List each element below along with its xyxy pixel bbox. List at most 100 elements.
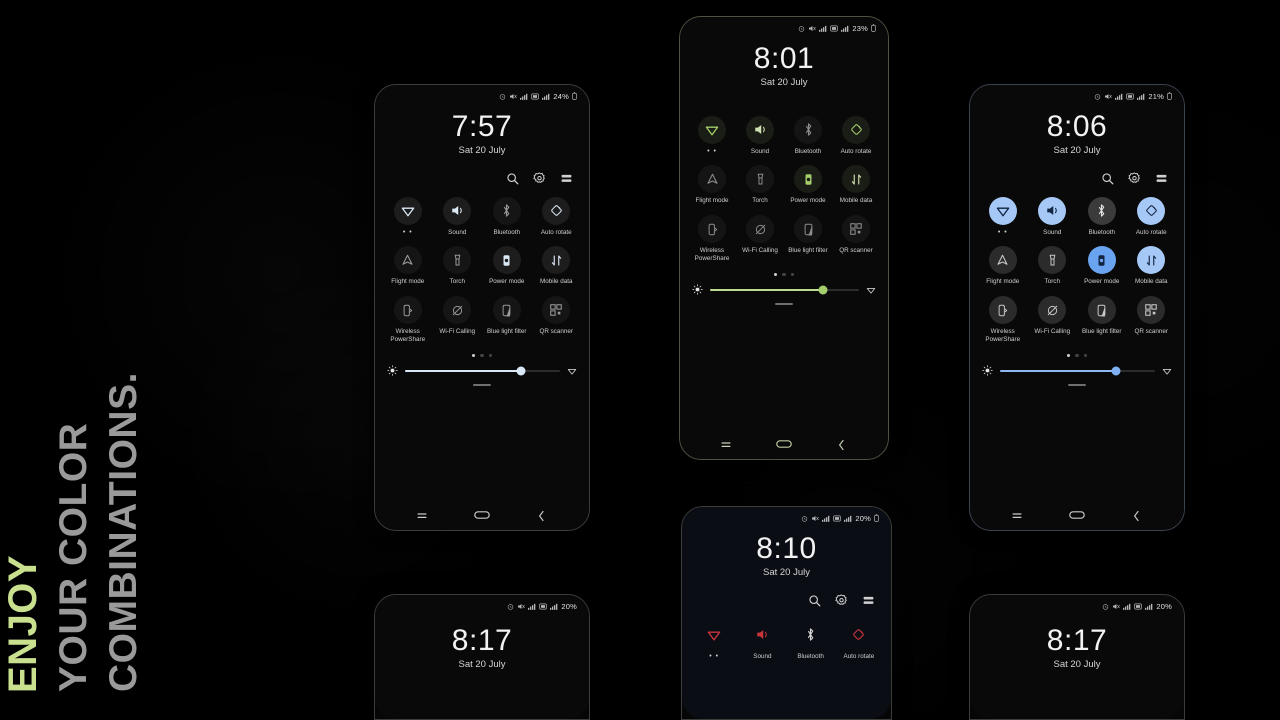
tile-qr-scanner[interactable]: QR scanner [532, 296, 582, 344]
tile-blue-light-filter[interactable]: Blue light filter [482, 296, 532, 344]
tile-wifi-calling[interactable]: Wi-Fi Calling [736, 215, 784, 263]
search-icon[interactable] [808, 594, 821, 607]
recents-icon[interactable] [416, 510, 428, 522]
brightness-knob[interactable] [1111, 366, 1121, 376]
tile-torch[interactable]: Torch [1028, 246, 1078, 286]
phone-left-bottom[interactable]: 20% 8:17 Sat 20 July [374, 594, 590, 720]
phone-left-top[interactable]: 24% 7:57 Sat 20 July • • Sound Bluetooth… [374, 84, 590, 531]
phone-right-bottom[interactable]: 20% 8:17 Sat 20 July [969, 594, 1185, 720]
navigation-bar [680, 431, 888, 459]
tile-power-mode[interactable]: Power mode [784, 165, 832, 205]
brightness-track[interactable] [405, 366, 560, 376]
back-chevron-icon[interactable] [536, 510, 548, 522]
tile-wireless-powershare[interactable]: Wireless PowerShare [688, 215, 736, 263]
mute-icon [1112, 603, 1121, 610]
wifi-icon[interactable] [866, 285, 876, 295]
wifi-icon[interactable] [1162, 366, 1172, 376]
brightness-control[interactable] [375, 357, 589, 377]
tile-qr-scanner[interactable]: QR scanner [832, 215, 880, 263]
alarm-icon [801, 515, 808, 522]
alarm-icon [1102, 603, 1109, 610]
tile-flight-mode[interactable]: Flight mode [383, 246, 433, 286]
search-icon[interactable] [506, 172, 519, 185]
tile-wifi[interactable]: • • [690, 621, 738, 661]
tile-wifi-calling[interactable]: Wi-Fi Calling [1028, 296, 1078, 344]
recents-icon[interactable] [1011, 510, 1023, 522]
brightness-knob[interactable] [516, 366, 526, 376]
tile-sound[interactable]: Sound [736, 115, 784, 156]
tile-wifi-calling[interactable]: Wi-Fi Calling [433, 296, 483, 344]
tile-auto-rotate[interactable]: Auto rotate [1127, 196, 1177, 237]
tile-mobile-data[interactable]: Mobile data [1127, 246, 1177, 286]
gear-icon[interactable] [533, 171, 546, 185]
tile-label: Blue light filter [486, 328, 527, 336]
brightness-icon [387, 365, 398, 377]
clock-block: 8:17 Sat 20 July [970, 625, 1184, 670]
tile-auto-rotate[interactable]: Auto rotate [832, 115, 880, 156]
tile-wireless-powershare[interactable]: Wireless PowerShare [383, 296, 433, 344]
back-chevron-icon[interactable] [836, 439, 848, 451]
panel-handle[interactable] [775, 303, 793, 306]
tile-mobile-data[interactable]: Mobile data [832, 165, 880, 205]
clock-date: Sat 20 July [760, 76, 808, 88]
tile-blue-light-filter[interactable]: Blue light filter [784, 215, 832, 263]
list-icon[interactable] [1155, 172, 1168, 185]
wifi-icon [700, 621, 728, 649]
wifi-calling-icon [1038, 296, 1067, 325]
alarm-icon [798, 25, 805, 32]
tile-bluetooth[interactable]: Bluetooth [784, 115, 832, 156]
tile-bluetooth[interactable]: Bluetooth [1077, 196, 1127, 237]
brightness-knob[interactable] [818, 285, 828, 295]
tile-qr-scanner[interactable]: QR scanner [1127, 296, 1177, 344]
tile-blue-light-filter[interactable]: Blue light filter [1077, 296, 1127, 344]
tile-torch[interactable]: Torch [433, 246, 483, 286]
tile-auto-rotate[interactable]: Auto rotate [835, 621, 883, 661]
back-chevron-icon[interactable] [1131, 510, 1143, 522]
clock-time: 8:17 [451, 624, 513, 657]
phone-center-top[interactable]: 23% 8:01 Sat 20 July • • Sound Bluetooth… [679, 16, 889, 460]
home-pill-icon[interactable] [776, 439, 792, 451]
panel-handle[interactable] [473, 384, 491, 387]
wifi-icon[interactable] [567, 366, 577, 376]
list-icon[interactable] [560, 172, 573, 185]
phone-right-top[interactable]: 21% 8:06 Sat 20 July • • Sound Bluetooth… [969, 84, 1185, 531]
tile-label: Auto rotate [840, 147, 872, 155]
status-bar: 20% [375, 595, 589, 611]
tile-flight-mode[interactable]: Flight mode [978, 246, 1028, 286]
phone-center-bottom[interactable]: 20% 8:10 Sat 20 July • • Sound Bluetooth… [681, 506, 892, 720]
sound-icon [1038, 196, 1067, 225]
recents-icon[interactable] [720, 439, 732, 451]
tile-wifi[interactable]: • • [383, 196, 433, 237]
tile-bluetooth[interactable]: Bluetooth [482, 196, 532, 237]
tile-wireless-powershare[interactable]: Wireless PowerShare [978, 296, 1028, 344]
tile-wifi[interactable]: • • [978, 196, 1028, 237]
brightness-control[interactable] [970, 357, 1184, 377]
tile-mobile-data[interactable]: Mobile data [532, 246, 582, 286]
tile-sound[interactable]: Sound [433, 196, 483, 237]
tile-flight-mode[interactable]: Flight mode [688, 165, 736, 205]
brightness-track[interactable] [710, 285, 859, 295]
tile-power-mode[interactable]: Power mode [1077, 246, 1127, 286]
gear-icon[interactable] [835, 593, 848, 607]
tile-sound[interactable]: Sound [738, 621, 786, 661]
tile-sound[interactable]: Sound [1028, 196, 1078, 237]
qr-scanner-icon [842, 215, 870, 244]
brightness-control[interactable] [680, 276, 888, 296]
list-icon[interactable] [862, 594, 875, 607]
battery-icon [1167, 92, 1172, 100]
search-icon[interactable] [1101, 172, 1114, 185]
tile-torch[interactable]: Torch [736, 165, 784, 205]
signal-bars-icon [822, 515, 830, 522]
home-pill-icon[interactable] [1069, 510, 1085, 522]
tile-wifi[interactable]: • • [688, 115, 736, 156]
tile-power-mode[interactable]: Power mode [482, 246, 532, 286]
gear-icon[interactable] [1128, 171, 1141, 185]
panel-handle[interactable] [1068, 384, 1086, 387]
home-pill-icon[interactable] [474, 510, 490, 522]
brightness-track[interactable] [1000, 366, 1155, 376]
tile-bluetooth[interactable]: Bluetooth [787, 621, 835, 661]
tile-auto-rotate[interactable]: Auto rotate [532, 196, 582, 237]
clock-block: 7:57 Sat 20 July [375, 111, 589, 156]
tile-label: Sound [1043, 228, 1062, 236]
screen: 21% 8:06 Sat 20 July • • Sound Bluetooth… [970, 85, 1184, 530]
